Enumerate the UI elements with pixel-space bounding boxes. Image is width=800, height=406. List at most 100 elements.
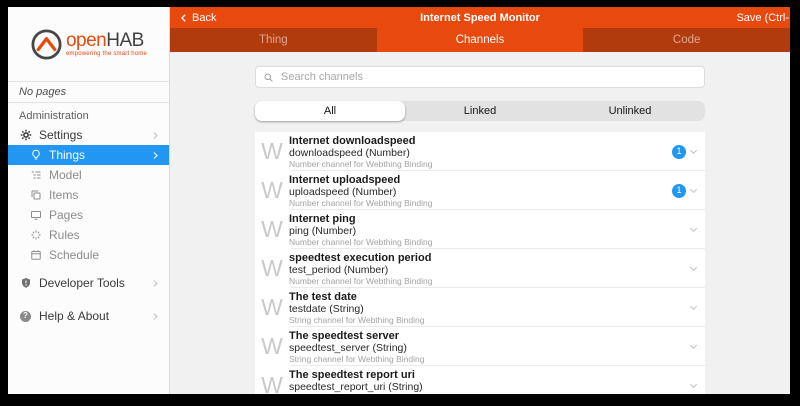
brand-text: openHAB empowering the smart home [66, 31, 147, 57]
linked-count-badge: 1 [672, 184, 686, 198]
sidebar-item-things[interactable]: Things [8, 145, 169, 165]
sidebar-item-label: Things [49, 148, 85, 162]
chevron-down-icon [688, 146, 699, 157]
tab-channels[interactable]: Channels [377, 28, 584, 52]
sidebar-item-label: Developer Tools [39, 276, 125, 290]
channel-description: String channel for Webthing Binding [289, 354, 424, 364]
chevron-down-icon [688, 263, 699, 274]
chevron-down-icon [688, 380, 699, 391]
channel-description: String channel for Webthing Binding [289, 315, 424, 325]
sidebar-item-label: Pages [49, 208, 83, 222]
sidebar-item-label: Help & About [39, 309, 109, 323]
channel-description: Number channel for Webthing Binding [289, 198, 432, 208]
shield-icon [19, 277, 32, 289]
search-bar [255, 66, 705, 88]
sidebar-item-model[interactable]: Model [8, 165, 169, 185]
openhab-logo-icon [30, 28, 63, 61]
channel-title: Internet uploadspeed [289, 174, 432, 186]
channel-kind-initial: W [255, 257, 289, 280]
channels-panel: All Linked Unlinked W Internet [255, 52, 705, 394]
channel-kind-initial: W [255, 140, 289, 163]
linked-count-badge: 1 [672, 145, 686, 159]
channel-id: downloadspeed (Number) [289, 147, 432, 159]
navbar: Back Internet Speed Monitor Save (Ctrl- [170, 7, 790, 28]
channel-row[interactable]: W The test date testdate (String) String… [255, 288, 705, 327]
chevron-down-icon [688, 224, 699, 235]
sidebar-item-items[interactable]: Items [8, 185, 169, 205]
filter-option-linked[interactable]: Linked [405, 101, 555, 121]
channel-row[interactable]: W Internet ping ping (Number) Number cha… [255, 210, 705, 249]
sidebar-section-administration: Administration [8, 109, 169, 123]
brand-open: open [66, 30, 106, 51]
channel-title: speedtest execution period [289, 252, 432, 264]
channel-list: W Internet downloadspeed downloadspeed (… [255, 132, 705, 394]
channel-row[interactable]: W The speedtest server speedtest_server … [255, 327, 705, 366]
filter-option-unlinked[interactable]: Unlinked [555, 101, 705, 121]
channel-kind-initial: W [255, 179, 289, 202]
main-area: Back Internet Speed Monitor Save (Ctrl- … [170, 7, 790, 394]
channel-title: The speedtest report uri [289, 369, 424, 381]
sidebar: openHAB empowering the smart home No pag… [8, 7, 170, 394]
channel-id: testdate (String) [289, 303, 424, 315]
sidebar-item-label: Items [49, 188, 78, 202]
sidebar-item-label: Rules [49, 228, 80, 242]
model-icon [29, 169, 42, 181]
content: All Linked Unlinked W Internet [170, 52, 790, 394]
sidebar-item-developer-tools[interactable]: Developer Tools [8, 273, 169, 293]
no-pages-label: No pages [8, 82, 169, 103]
sidebar-item-label: Model [49, 168, 82, 182]
channel-description: Number channel for Webthing Binding [289, 276, 432, 286]
filter-segmented-control: All Linked Unlinked [255, 101, 705, 121]
chevron-down-icon [688, 185, 699, 196]
sidebar-menu: Settings Things [8, 125, 169, 326]
channel-id: ping (Number) [289, 225, 432, 237]
sidebar-item-settings[interactable]: Settings [8, 125, 169, 145]
lightbulb-icon [29, 149, 42, 161]
sidebar-item-pages[interactable]: Pages [8, 205, 169, 225]
chevron-right-icon [151, 312, 160, 321]
channel-kind-initial: W [255, 374, 289, 394]
sidebar-item-schedule[interactable]: Schedule [8, 245, 169, 265]
channel-kind-initial: W [255, 296, 289, 319]
search-input[interactable] [279, 70, 704, 84]
gear-icon [19, 129, 32, 141]
channel-row[interactable]: W Internet downloadspeed downloadspeed (… [255, 132, 705, 171]
openhab-admin-window: openHAB empowering the smart home No pag… [8, 7, 790, 394]
chevron-right-icon [151, 131, 160, 140]
help-icon: ? [19, 311, 32, 322]
tab-code[interactable]: Code [583, 28, 790, 52]
openhab-logo: openHAB empowering the smart home [8, 7, 169, 82]
chevron-down-icon [688, 341, 699, 352]
channel-row[interactable]: W speedtest execution period test_period… [255, 249, 705, 288]
rules-icon [29, 229, 42, 241]
save-button[interactable]: Save (Ctrl- [736, 12, 789, 24]
channel-description: Number channel for Webthing Binding [289, 237, 432, 247]
tab-thing[interactable]: Thing [170, 28, 377, 52]
pages-icon [29, 209, 42, 221]
sidebar-item-label: Settings [39, 128, 82, 142]
items-icon [29, 189, 42, 201]
channel-row[interactable]: W The speedtest report uri speedtest_rep… [255, 366, 705, 394]
filter-option-all[interactable]: All [255, 101, 405, 121]
screenshot-frame: openHAB empowering the smart home No pag… [0, 0, 800, 406]
channel-kind-initial: W [255, 335, 289, 358]
tabbar: Thing Channels Code [170, 28, 790, 52]
channel-title: Internet ping [289, 213, 432, 225]
channel-id: test_period (Number) [289, 264, 432, 276]
channel-title: The test date [289, 291, 424, 303]
sidebar-item-help-about[interactable]: ? Help & About [8, 306, 169, 326]
channel-row[interactable]: W Internet uploadspeed uploadspeed (Numb… [255, 171, 705, 210]
channel-description: String channel for Webthing Binding [289, 393, 424, 395]
schedule-icon [29, 249, 42, 261]
brand-tagline: empowering the smart home [66, 51, 147, 57]
sidebar-item-label: Schedule [49, 248, 99, 262]
channel-id: speedtest_report_uri (String) [289, 381, 424, 393]
back-button[interactable]: Back [179, 12, 216, 24]
sidebar-item-rules[interactable]: Rules [8, 225, 169, 245]
channel-id: uploadspeed (Number) [289, 186, 432, 198]
channel-description: Number channel for Webthing Binding [289, 159, 432, 169]
back-label: Back [192, 12, 216, 24]
channel-title: Internet downloadspeed [289, 135, 432, 147]
brand-hab: HAB [106, 30, 144, 51]
chevron-down-icon [688, 302, 699, 313]
